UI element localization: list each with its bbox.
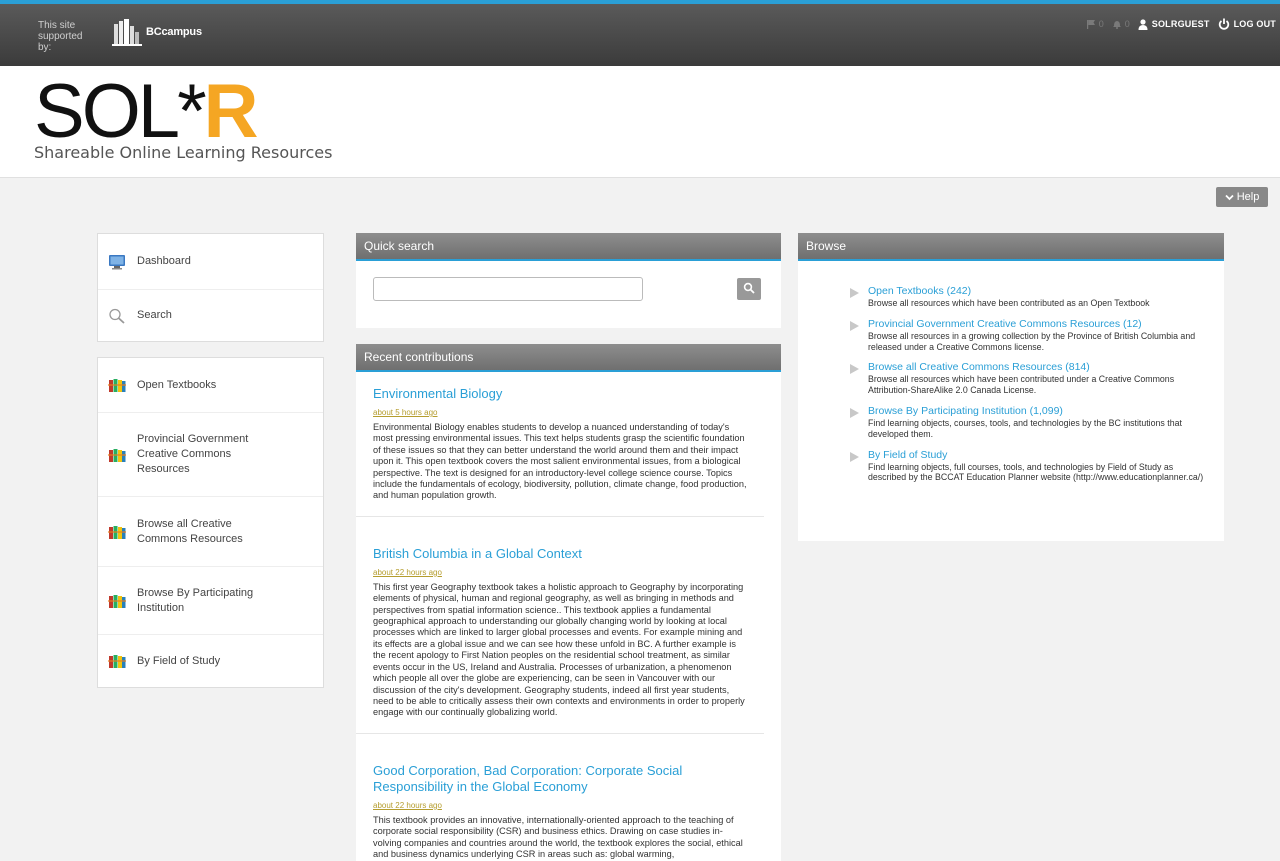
messages-indicator[interactable]: 0	[1086, 19, 1104, 29]
logo-main-text: SOL*	[34, 69, 207, 154]
contribution-description: This first year Geography textbook takes…	[373, 581, 745, 718]
arrow-right-icon	[850, 407, 859, 418]
logo-accent-text: R	[203, 69, 259, 154]
arrow-right-icon	[850, 364, 859, 375]
help-label: Help	[1236, 191, 1260, 203]
books-icon	[108, 379, 126, 392]
browse-item-link[interactable]: Provincial Government Creative Commons R…	[868, 318, 1206, 331]
contribution-time: about 22 hours ago	[373, 800, 442, 810]
nav-item-field-of-study[interactable]: By Field of Study	[98, 635, 323, 687]
browse-item: Provincial Government Creative Commons R…	[850, 318, 1206, 353]
nav-item-provincial-government[interactable]: Provincial Government Creative Commons R…	[98, 413, 323, 497]
browse-list: Open Textbooks (242) Browse all resources…	[798, 261, 1224, 483]
nav-label-field-of-study: By Field of Study	[137, 654, 221, 667]
browse-panel: Browse Open Textbooks (242) Browse all re…	[798, 233, 1224, 541]
contribution-description: This textbook provides an innovative, in…	[373, 814, 743, 859]
user-toolbar: 0 0 SOLRGUEST LOG OUT	[1086, 18, 1276, 30]
browse-item-description: Find learning objects, full courses, too…	[868, 461, 1204, 483]
magnifier-icon	[109, 308, 125, 324]
notifications-indicator[interactable]: 0	[1112, 19, 1130, 29]
quick-search-title: Quick search	[356, 233, 781, 261]
nav-label-creative-commons: Browse all Creative Commons Resources	[137, 517, 243, 545]
arrow-right-icon	[850, 320, 859, 331]
recent-contributions-title: Recent contributions	[356, 344, 781, 372]
nav-label-search: Search	[137, 309, 172, 321]
site-header: SOL*R Shareable Online Learning Resource…	[0, 66, 1280, 178]
site-logo[interactable]: SOL*R	[34, 74, 259, 150]
contribution-item: British Columbia in a Global Context abo…	[356, 532, 764, 734]
browse-item-description: Browse all resources which have been con…	[868, 298, 1150, 308]
nav-item-creative-commons[interactable]: Browse all Creative Commons Resources	[98, 497, 323, 567]
nav-item-search[interactable]: Search	[98, 290, 323, 341]
nav-label-participating-institution: Browse By Participating Institution	[137, 586, 254, 614]
partner-name[interactable]: BCcampus	[146, 26, 202, 38]
contribution-item: Good Corporation, Bad Corporation: Corpo…	[356, 749, 764, 861]
power-icon	[1218, 18, 1229, 30]
arrow-right-icon	[850, 288, 859, 298]
logout-link[interactable]: LOG OUT	[1218, 18, 1276, 30]
browse-item: Open Textbooks (242) Browse all resources…	[850, 285, 1206, 309]
browse-item: Browse all Creative Commons Resources (8…	[850, 361, 1206, 396]
recent-contributions-panel: Recent contributions Environmental Biolo…	[356, 344, 781, 861]
browse-nav: Open Textbooks Provincial Government Cre…	[97, 357, 324, 688]
supported-by-text: This site supported by:	[38, 20, 83, 53]
nav-label-open-textbooks: Open Textbooks	[137, 378, 217, 391]
user-link[interactable]: SOLRGUEST	[1138, 18, 1210, 30]
books-icon	[108, 448, 126, 462]
nav-label-provincial-government: Provincial Government Creative Commons R…	[137, 433, 249, 475]
arrow-right-icon	[850, 451, 859, 462]
search-icon	[743, 282, 755, 294]
contribution-time: about 22 hours ago	[373, 567, 442, 577]
browse-item-link[interactable]: Open Textbooks (242)	[868, 285, 1150, 298]
contribution-title[interactable]: Good Corporation, Bad Corporation: Corpo…	[373, 749, 713, 795]
contribution-title[interactable]: British Columbia in a Global Context	[373, 532, 747, 562]
username: SOLRGUEST	[1151, 19, 1210, 29]
user-icon	[1138, 18, 1148, 30]
contribution-time: about 5 hours ago	[373, 408, 438, 417]
browse-item: By Field of Study Find learning objects, …	[850, 449, 1206, 484]
books-icon	[108, 525, 126, 539]
nav-item-participating-institution[interactable]: Browse By Participating Institution	[98, 567, 323, 635]
logout-label: LOG OUT	[1233, 19, 1276, 29]
browse-item-link[interactable]: Browse By Participating Institution (1,0…	[868, 405, 1206, 418]
books-icon	[108, 655, 126, 668]
browse-item-link[interactable]: By Field of Study	[868, 449, 1206, 462]
search-button[interactable]	[737, 278, 761, 300]
browse-item: Browse By Participating Institution (1,0…	[850, 405, 1206, 440]
quick-search-panel: Quick search	[356, 233, 781, 328]
flag-icon	[1086, 20, 1095, 29]
browse-title: Browse	[798, 233, 1224, 261]
nav-label-dashboard: Dashboard	[137, 255, 191, 267]
browse-item-link[interactable]: Browse all Creative Commons Resources (8…	[868, 361, 1206, 374]
bell-icon	[1112, 21, 1121, 29]
contribution-description: Environmental Biology enables students t…	[373, 422, 747, 501]
contribution-item: Environmental Biology about 5 hours ago …	[356, 372, 764, 517]
nav-item-dashboard[interactable]: Dashboard	[98, 234, 323, 290]
monitor-icon	[109, 254, 125, 269]
contribution-title[interactable]: Environmental Biology	[373, 372, 747, 402]
search-input[interactable]	[373, 277, 643, 301]
top-bar: This site supported by: BCcampus 0 0 SOL…	[0, 4, 1280, 66]
browse-item-description: Browse all resources which have been con…	[868, 374, 1175, 396]
primary-nav: Dashboard Search	[97, 233, 324, 342]
browse-item-description: Find learning objects, courses, tools, a…	[868, 417, 1182, 439]
help-button[interactable]: Help	[1216, 187, 1268, 207]
bccampus-logo-icon	[112, 19, 142, 46]
site-subtitle: Shareable Online Learning Resources	[34, 143, 333, 162]
notifications-count: 0	[1124, 19, 1130, 29]
chevron-down-icon	[1225, 194, 1234, 200]
messages-count: 0	[1098, 19, 1104, 29]
browse-item-description: Browse all resources in a growing collec…	[868, 330, 1196, 352]
nav-item-open-textbooks[interactable]: Open Textbooks	[98, 358, 323, 413]
books-icon	[108, 594, 126, 608]
